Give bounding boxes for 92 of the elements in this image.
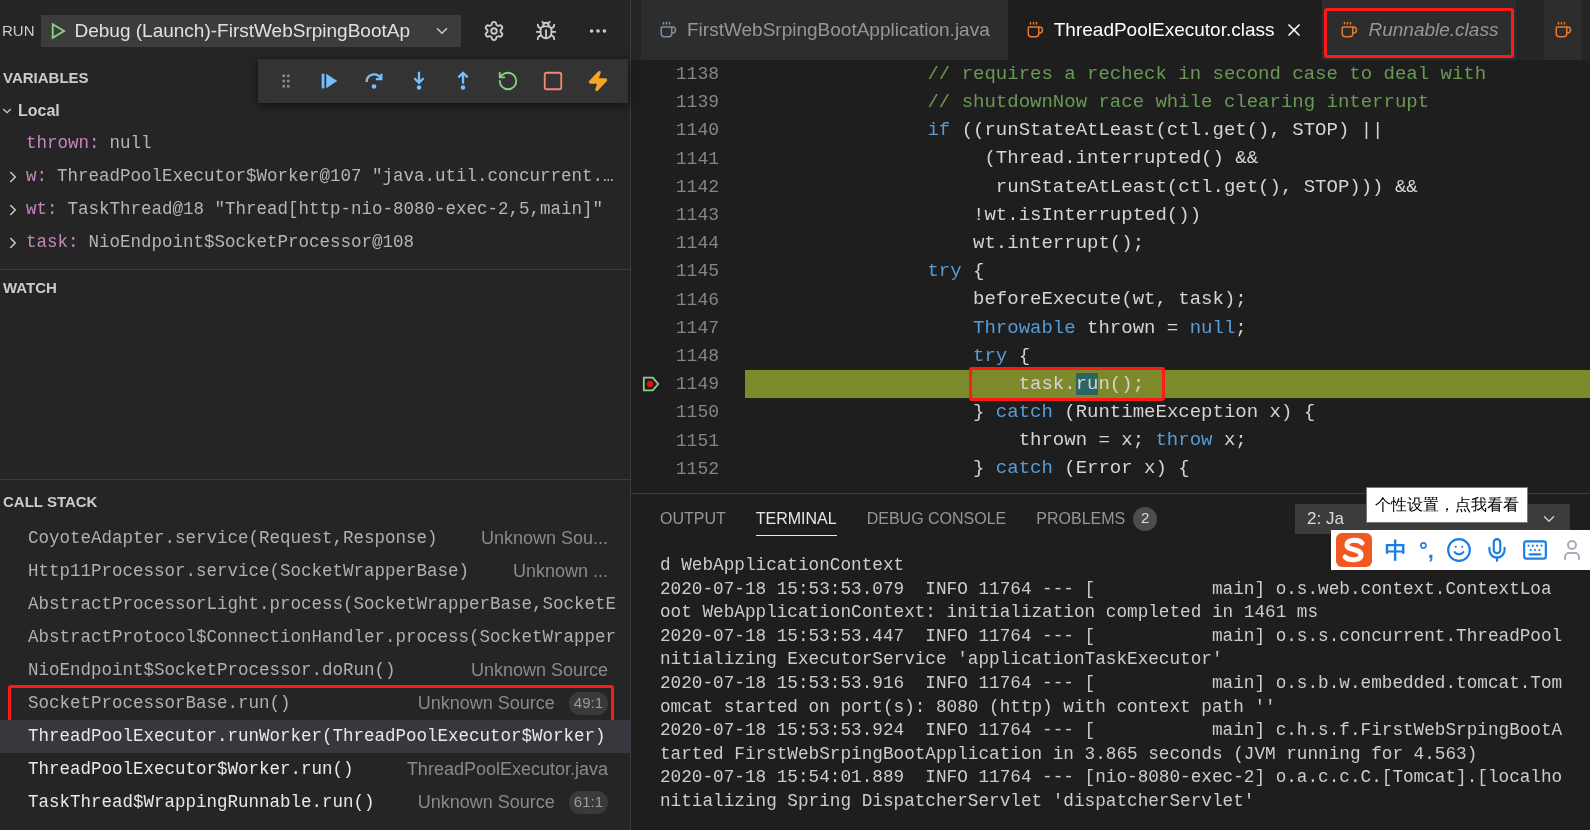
line-number: 1152: [674, 457, 719, 481]
line-number: 1146: [674, 288, 719, 312]
call-stack-frame[interactable]: AbstractProtocol$ConnectionHandler.process(SocketWrapper: [0, 621, 630, 654]
editor-tab[interactable]: FirstWebSrpingBootApplication.java: [641, 0, 1008, 60]
frame-name: AbstractProcessorLight.process(SocketWrapperBase,SocketE: [28, 593, 617, 617]
frame-name: NioEndpoint$SocketProcessor.doRun(): [28, 659, 396, 683]
variable-value: TaskThread@18 "Thread[http-nio-8080-exec-2,5,main]": [67, 198, 604, 222]
terminal-line: omcat started on port(s): 8080 (http) with context path '': [660, 695, 1277, 719]
editor-tab[interactable]: ThreadPoolExecutor.class: [1007, 0, 1323, 60]
panel-tab[interactable]: DEBUG CONSOLE: [866, 502, 1007, 536]
variable-name: wt:: [26, 198, 58, 222]
section-title: VARIABLES: [3, 67, 89, 88]
variable-value: NioEndpoint$SocketProcessor@108: [88, 231, 415, 255]
frame-name: CoyoteAdapter.service(Request,Response): [28, 527, 438, 551]
terminal-line: 2020-07-18 15:53:53.916 INFO 11764 --- [ main] o.s.b.w.embedded.tomcat.Tom: [660, 671, 1564, 695]
code-line: !wt.isInterrupted()): [972, 202, 1202, 228]
line-number: 1143: [674, 204, 719, 228]
code-line: try {: [926, 259, 985, 285]
call-stack-frame[interactable]: Http11Processor.service(SocketWrapperBase) Unknown ...: [0, 555, 630, 588]
panel-tab[interactable]: OUTPUT: [660, 502, 726, 536]
terminal-line: d WebApplicationContext: [660, 554, 906, 577]
run-label: RUN: [2, 20, 35, 41]
line-number: 1140: [674, 119, 719, 143]
frame-name: ThreadPoolExecutor.runWorker(ThreadPoolExecutor$Worker): [28, 725, 606, 749]
input-mode[interactable]: 中: [1385, 533, 1407, 567]
frame-name: AbstractProtocol$ConnectionHandler.process(SocketWrapper: [28, 626, 617, 650]
line-number: 1148: [674, 344, 719, 368]
code-line: beforeExecute(wt, task);: [972, 287, 1247, 313]
call-stack-frame[interactable]: TaskThread$WrappingRunnable.run() Unknown Source 61:1: [0, 786, 630, 819]
scope-label: Local: [18, 100, 60, 121]
editor-tab[interactable]: Runnable.class: [1322, 0, 1517, 60]
code-line: Throwable thrown = null;: [972, 315, 1247, 341]
frame-source: Unknown Source: [470, 659, 608, 682]
variable-name: w:: [26, 165, 47, 189]
line-number: 1141: [674, 147, 719, 171]
code-line: wt.interrupt();: [972, 230, 1145, 256]
frame-name: TaskThread$WrappingRunnable.run(): [28, 791, 375, 815]
call-stack-frame[interactable]: ThreadPoolExecutor$Worker.run() ThreadPoolExecutor.java: [0, 753, 630, 786]
panel-tab[interactable]: TERMINAL: [755, 502, 837, 536]
terminal-line: 2020-07-18 15:53:53.079 INFO 11764 --- [ main] o.s.web.context.ContextLoa: [660, 577, 1553, 601]
line-number: 1144: [674, 232, 719, 256]
code-line: runStateAtLeast(ctl.get(), STOP))) &&: [994, 174, 1418, 200]
call-stack-frame[interactable]: ThreadPoolExecutor.runWorker(ThreadPoolExecutor$Worker): [0, 720, 630, 753]
call-stack-frame[interactable]: NioEndpoint$SocketProcessor.doRun() Unknown Source: [0, 654, 630, 687]
code-line: thrown = x; throw x;: [1017, 428, 1247, 454]
frame-name: ThreadPoolExecutor$Worker.run(): [28, 758, 354, 782]
variable-name: task:: [26, 231, 79, 255]
code-line: (Thread.interrupted() &&: [983, 146, 1259, 172]
line-badge: 61:1: [568, 791, 608, 814]
launch-config-dropdown[interactable]: Debug (Launch)-FirstWebSrpingBootAp: [40, 15, 461, 47]
frame-source: ThreadPoolExecutor.java: [406, 758, 608, 781]
line-number: 1142: [674, 175, 719, 199]
code-line: // requires a recheck in second case to deal with: [926, 61, 1487, 87]
terminal-line: tarted FirstWebSrpingBootApplication in 3.865 seconds (JVM running for 4.563): [660, 742, 1479, 766]
line-number: 1147: [674, 316, 719, 340]
section-title: WATCH: [3, 277, 57, 298]
tooltip: 个性设置，点我看看: [1366, 487, 1528, 523]
code-line: } catch (RuntimeException x) {: [972, 400, 1316, 426]
terminal-line: 2020-07-18 15:54:01.889 INFO 11764 --- [nio-8080-exec-2] o.a.c.c.C.[Tomcat].[localho: [660, 766, 1564, 790]
line-number: 1150: [674, 401, 719, 425]
terminal-line: 2020-07-18 15:53:53.924 INFO 11764 --- [ main] c.h.s.f.FirstWebSrpingBootA: [660, 719, 1564, 743]
frame-name: Http11Processor.service(SocketWrapperBase): [28, 560, 470, 584]
frame-source: Unknown Sou...: [480, 527, 608, 550]
line-number: 1145: [674, 260, 719, 284]
code-line: try {: [972, 343, 1031, 369]
line-number: 1138: [674, 63, 719, 87]
frame-source: Unknown Source: [417, 692, 555, 715]
count-badge: 2: [1133, 506, 1158, 531]
line-number: 1151: [674, 429, 719, 453]
code-line: // shutdownNow race while clearing interrupt: [926, 90, 1430, 116]
code-line: task.run();: [1017, 371, 1145, 397]
panel-tab[interactable]: PROBLEMS 2: [1036, 502, 1158, 536]
frame-name: SocketProcessorBase.run(): [28, 692, 291, 716]
call-stack-frame[interactable]: AbstractProcessorLight.process(SocketWrapperBase,SocketE: [0, 588, 630, 621]
line-number: 1139: [674, 91, 719, 115]
tree-row[interactable]: Local: [0, 94, 60, 127]
variable-value: null: [109, 132, 152, 156]
punctuation-mode[interactable]: °,: [1419, 533, 1434, 567]
variable-name: thrown:: [26, 132, 100, 156]
section-title: CALL STACK: [3, 491, 98, 512]
terminal-line: oot WebApplicationContext: initialization completed in 1461 ms: [660, 601, 1320, 625]
variable-value: ThreadPoolExecutor$Worker@107 "java.util.concurrent.…: [57, 165, 614, 189]
frame-source: Unknown Source: [417, 791, 555, 814]
terminal-line: 2020-07-18 15:53:53.447 INFO 11764 --- [ main] o.s.s.concurrent.ThreadPool: [660, 624, 1564, 648]
terminal-line: nitializing Spring DispatcherServlet 'dispatcherServlet': [660, 789, 1256, 813]
code-line: if ((runStateAtLeast(ctl.get(), STOP) ||: [926, 118, 1384, 144]
line-badge: 49:1: [568, 692, 608, 715]
terminal-line: nitializing ExecutorService 'applicationTaskExecutor': [660, 648, 1224, 672]
call-stack-frame[interactable]: CoyoteAdapter.service(Request,Response) Unknown Sou...: [0, 522, 630, 555]
frame-source: Unknown ...: [512, 560, 608, 583]
code-line: } catch (Error x) {: [972, 456, 1190, 482]
line-number: 1149: [674, 373, 719, 397]
